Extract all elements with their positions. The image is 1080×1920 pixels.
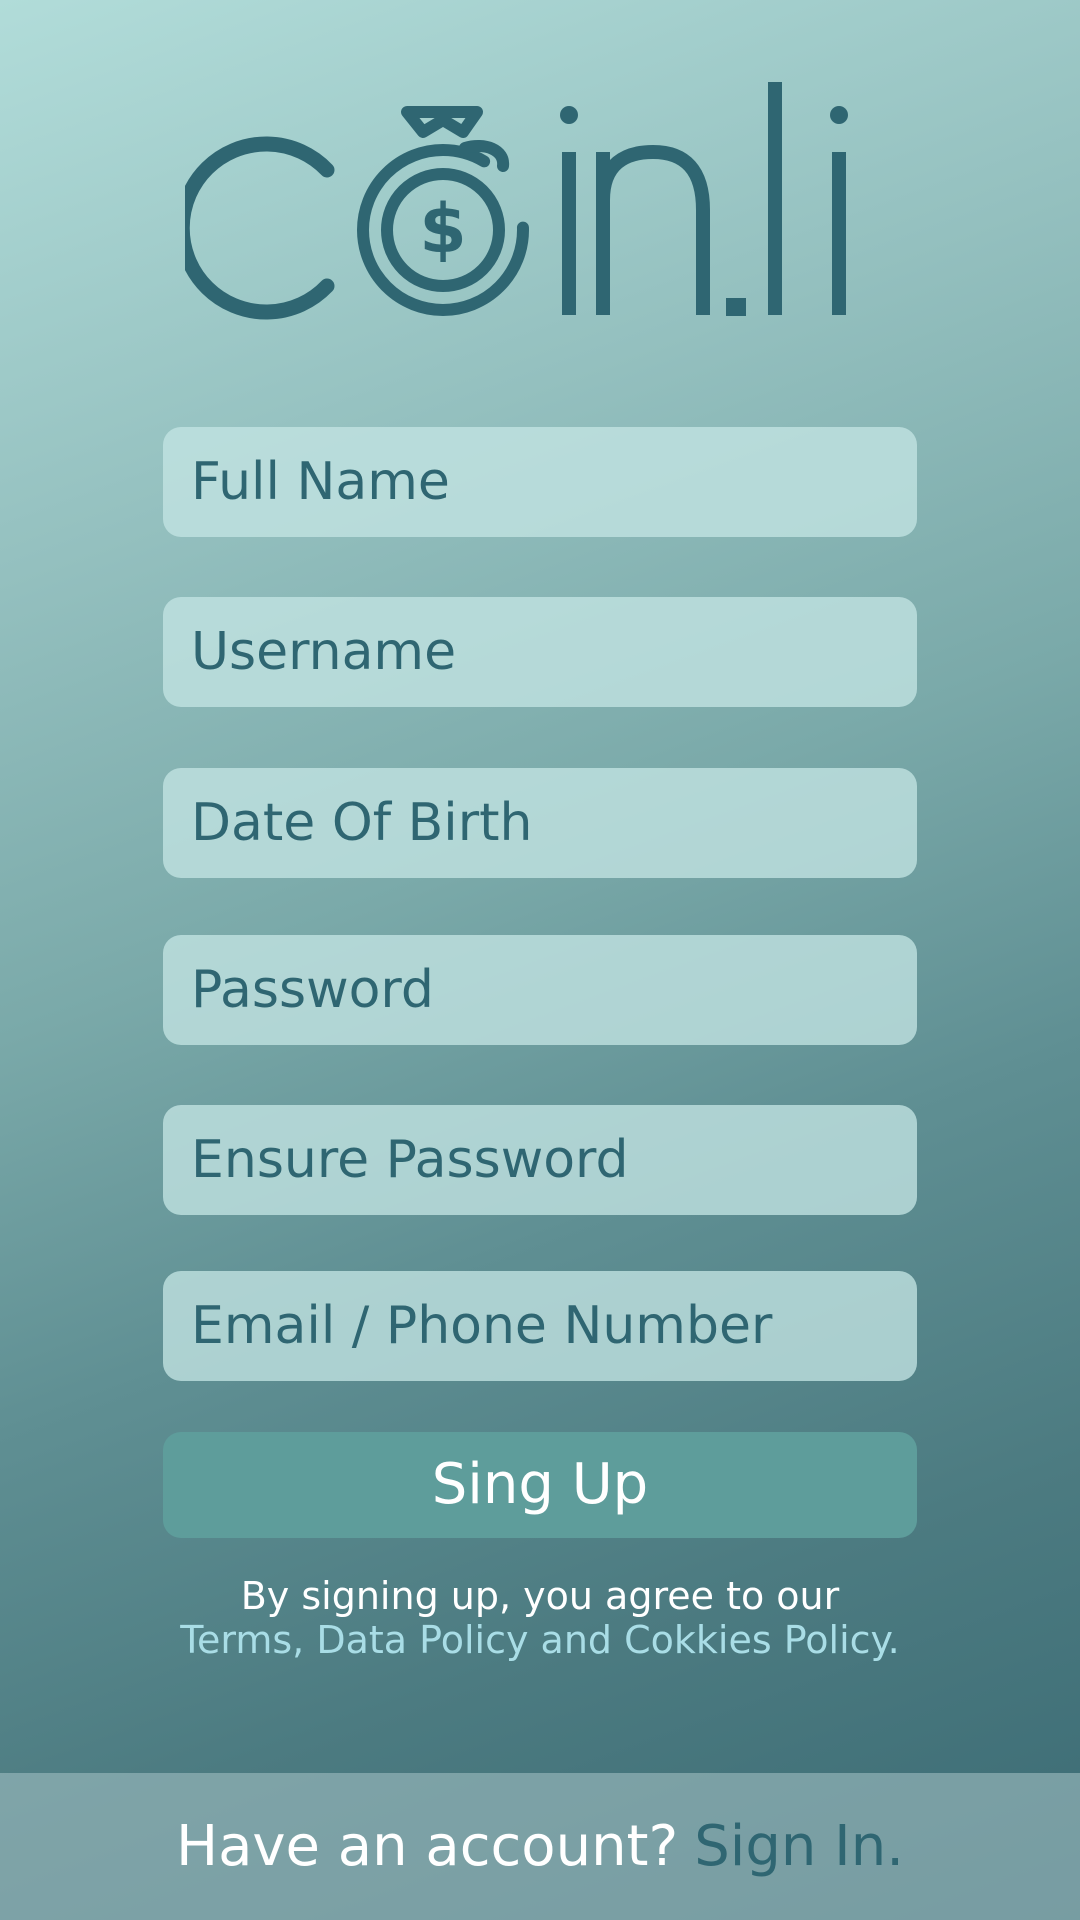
username-input[interactable] xyxy=(163,597,917,707)
logo-period xyxy=(726,298,746,316)
logo-dot-i xyxy=(560,106,578,124)
logo-letter-n xyxy=(596,144,710,315)
coinli-logo: $ xyxy=(174,70,895,340)
date-of-birth-input[interactable] xyxy=(163,768,917,878)
money-bag-icon: $ xyxy=(357,106,529,316)
svg-text:$: $ xyxy=(419,190,466,269)
email-phone-input[interactable] xyxy=(163,1271,917,1381)
logo-stem-i2 xyxy=(832,152,846,315)
logo-dot-i2 xyxy=(830,106,848,124)
terms-line: By signing up, you agree to our xyxy=(240,1574,840,1618)
password-input[interactable] xyxy=(163,935,917,1045)
signin-footer: Have an account? Sign In. xyxy=(0,1773,1080,1920)
sign-in-link[interactable]: Sign In. xyxy=(694,1814,904,1879)
full-name-input[interactable] xyxy=(163,427,917,537)
terms-policy-link[interactable]: Terms, Data Policy and Cokkies Policy xyxy=(180,1618,887,1662)
logo-letter-c xyxy=(174,136,335,320)
logo-stem-i xyxy=(562,152,576,315)
logo-letter-l xyxy=(768,82,782,315)
confirm-password-input[interactable] xyxy=(163,1105,917,1215)
terms-notice: By signing up, you agree to our Terms, D… xyxy=(0,1574,1080,1662)
have-account-text: Have an account? xyxy=(175,1814,679,1879)
sign-up-button[interactable]: Sing Up xyxy=(163,1432,917,1538)
terms-period: . xyxy=(887,1618,900,1662)
terms-policy-line: Terms, Data Policy and Cokkies Policy. xyxy=(0,1618,1080,1662)
